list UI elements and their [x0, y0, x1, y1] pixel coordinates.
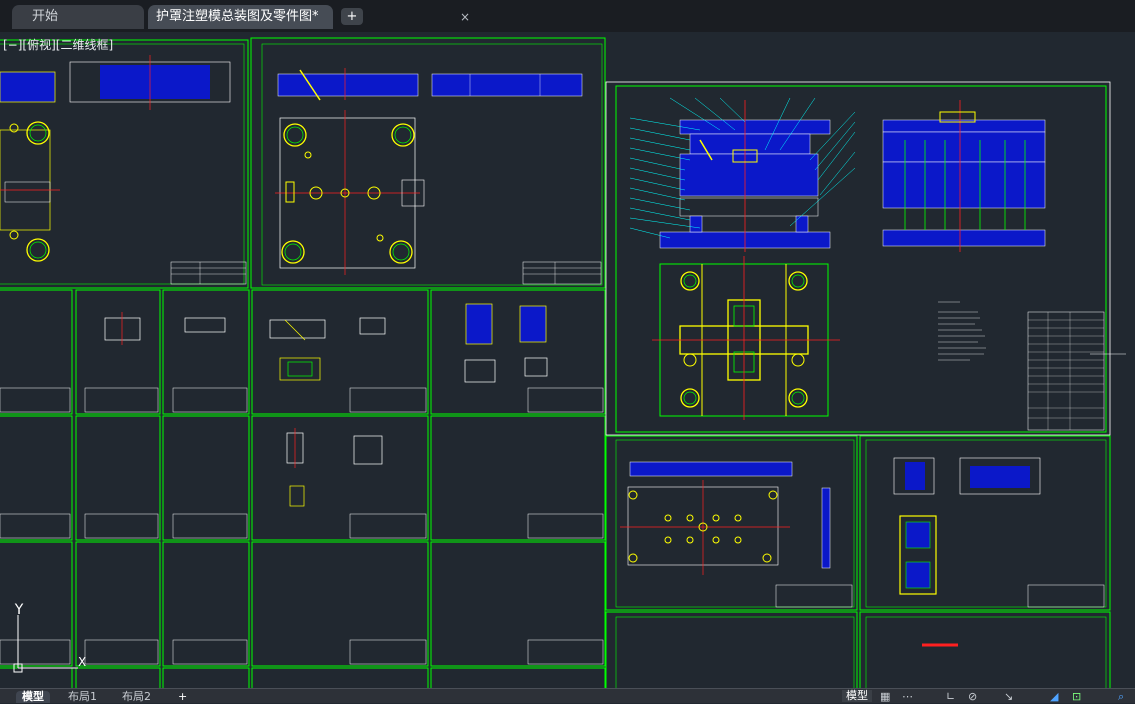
viewport-controls-label[interactable]: [−][俯视][二维线框]	[3, 36, 113, 53]
tab-drawing-label: 护罩注塑模总装图及零件图*	[156, 9, 319, 24]
document-tab-bar: 开始 护罩注塑模总装图及零件图* × +	[0, 0, 1135, 33]
snap-icon[interactable]: ⋯	[902, 690, 913, 703]
tab-active-drawing[interactable]: 护罩注塑模总装图及零件图* ×	[148, 5, 470, 29]
polar-icon[interactable]: ⊘	[968, 690, 977, 703]
ucs-y-label: Y	[14, 602, 24, 618]
ucs-x-label: X	[78, 655, 86, 669]
close-icon[interactable]: ×	[460, 5, 470, 29]
tab-model[interactable]: 模型	[16, 691, 50, 703]
add-layout-button[interactable]: +	[172, 691, 193, 703]
status-model-space-button[interactable]: 模型	[842, 690, 872, 702]
ortho-icon[interactable]: ∟	[946, 690, 955, 703]
tab-layout2[interactable]: 布局2	[116, 691, 157, 703]
osnap-icon[interactable]: ↘	[1004, 690, 1013, 703]
drawing-canvas[interactable]: Y X	[0, 32, 1135, 688]
tab-start-label: 开始	[32, 9, 59, 24]
tab-layout1[interactable]: 布局1	[62, 691, 103, 703]
dynamic-ucs-icon[interactable]: ⊡	[1072, 690, 1081, 703]
grid-icon[interactable]: ▦	[880, 690, 890, 703]
layout-tab-bar: 模型 布局1 布局2 + 模型 ▦ ⋯ ∟ ⊘ ↘ ◢ ⊡ ⌕	[0, 688, 1135, 703]
isodraft-icon[interactable]: ◢	[1050, 690, 1058, 703]
tab-start[interactable]: 开始	[12, 5, 144, 29]
new-tab-button[interactable]: +	[341, 8, 363, 25]
